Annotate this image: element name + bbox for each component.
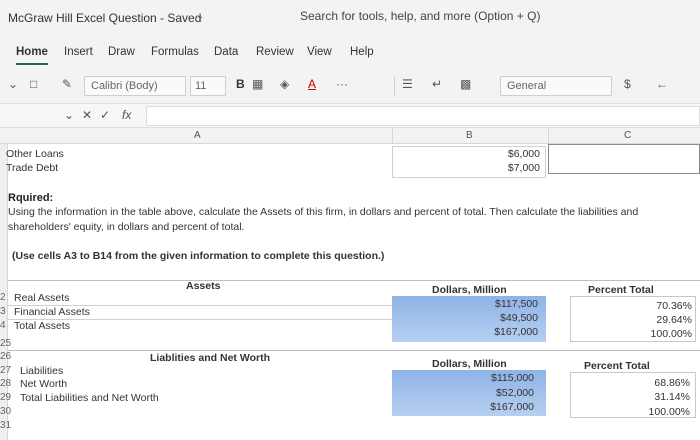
selected-cell-c[interactable] bbox=[548, 144, 700, 174]
currency-button[interactable]: $ bbox=[624, 77, 631, 91]
toolbar: ⌄ □ ✎ Calibri (Body) 11 B ▦ ◈ A ··· ☰ ↵ … bbox=[0, 66, 700, 104]
bold-button[interactable]: B bbox=[236, 77, 245, 91]
tab-view[interactable]: View bbox=[307, 46, 332, 58]
tab-home[interactable]: Home bbox=[16, 46, 48, 58]
percent-header[interactable]: Percent Total bbox=[584, 360, 650, 372]
financial-assets-value[interactable]: $49,500 bbox=[440, 312, 538, 324]
row-number[interactable]: 2 bbox=[0, 292, 6, 303]
tab-review[interactable]: Review bbox=[256, 46, 294, 58]
total-liabilities-label[interactable]: Total Liabilities and Net Worth bbox=[20, 392, 159, 404]
row-number[interactable]: 30 bbox=[0, 406, 11, 417]
search-input[interactable]: Search for tools, help, and more (Option… bbox=[300, 9, 560, 27]
financial-assets-label[interactable]: Financial Assets bbox=[14, 306, 90, 318]
dollars-header[interactable]: Dollars, Million bbox=[432, 358, 507, 370]
column-header-row: A B C bbox=[0, 128, 700, 144]
percent-header[interactable]: Percent Total bbox=[588, 284, 654, 296]
liabilities-label[interactable]: Liabilities bbox=[20, 365, 63, 377]
app-title: McGraw Hill Excel Question - Saved bbox=[8, 11, 202, 25]
format-painter-icon[interactable]: ✎ bbox=[62, 77, 72, 91]
column-header-a[interactable]: A bbox=[194, 130, 201, 141]
merge-icon[interactable]: ▩ bbox=[460, 77, 471, 91]
required-title[interactable]: Rquired: bbox=[8, 192, 53, 204]
row-number[interactable]: 31 bbox=[0, 420, 11, 431]
other-loans-value[interactable]: $6,000 bbox=[440, 148, 540, 160]
liabilities-pct[interactable]: 68.86% bbox=[580, 377, 690, 389]
net-worth-value[interactable]: $52,000 bbox=[434, 387, 534, 399]
row-number[interactable]: 29 bbox=[0, 392, 11, 403]
chevron-down-icon[interactable]: ⌄ bbox=[64, 108, 74, 122]
divider bbox=[392, 128, 393, 144]
formula-input[interactable] bbox=[146, 106, 700, 126]
tab-data[interactable]: Data bbox=[214, 46, 238, 58]
total-liabilities-value[interactable]: $167,000 bbox=[434, 401, 534, 413]
required-text[interactable]: Using the information in the table above… bbox=[8, 205, 688, 235]
spreadsheet-grid[interactable]: Other Loans $6,000 Trade Debt $7,000 Rqu… bbox=[0, 144, 700, 440]
clipboard-icon[interactable]: □ bbox=[30, 77, 37, 91]
wrap-text-icon[interactable]: ↵ bbox=[432, 77, 442, 91]
tab-help[interactable]: Help bbox=[350, 46, 374, 58]
function-icon[interactable]: fx bbox=[122, 108, 131, 122]
net-worth-label[interactable]: Net Worth bbox=[20, 378, 67, 390]
more-options-button[interactable]: ··· bbox=[336, 77, 348, 91]
row-number[interactable]: 25 bbox=[0, 338, 11, 349]
confirm-icon[interactable]: ✓ bbox=[100, 108, 110, 122]
number-format-select[interactable]: General bbox=[500, 76, 612, 96]
font-family-select[interactable]: Calibri (Body) bbox=[84, 76, 186, 96]
total-assets-value[interactable]: $167,000 bbox=[440, 326, 538, 338]
tab-draw[interactable]: Draw bbox=[108, 46, 135, 58]
font-color-button[interactable]: A bbox=[308, 77, 316, 91]
tab-formulas[interactable]: Formulas bbox=[151, 46, 199, 58]
column-header-c[interactable]: C bbox=[624, 130, 631, 141]
row-number[interactable]: 26 bbox=[0, 351, 11, 362]
total-liabilities-pct[interactable]: 100.00% bbox=[580, 406, 690, 418]
total-assets-pct[interactable]: 100.00% bbox=[580, 328, 692, 340]
liabilities-value[interactable]: $115,000 bbox=[434, 372, 534, 384]
trade-debt-label[interactable]: Trade Debt bbox=[6, 162, 58, 174]
font-size-select[interactable]: 11 bbox=[190, 76, 226, 96]
align-icon[interactable]: ☰ bbox=[402, 77, 413, 91]
divider bbox=[394, 76, 395, 96]
active-tab-indicator bbox=[16, 63, 48, 65]
row-number[interactable]: 3 bbox=[0, 306, 6, 317]
fill-color-icon[interactable]: ◈ bbox=[280, 77, 289, 91]
required-note[interactable]: (Use cells A3 to B14 from the given info… bbox=[12, 250, 384, 262]
chevron-down-icon[interactable]: ⌄ bbox=[8, 77, 18, 91]
divider bbox=[548, 128, 549, 144]
real-assets-value[interactable]: $117,500 bbox=[440, 298, 538, 310]
liabilities-header[interactable]: Liablities and Net Worth bbox=[150, 352, 270, 364]
chevron-down-icon[interactable]: ⌄ bbox=[196, 11, 204, 22]
other-loans-label[interactable]: Other Loans bbox=[6, 148, 64, 160]
row-number[interactable]: 27 bbox=[0, 365, 11, 376]
column-header-b[interactable]: B bbox=[466, 130, 473, 141]
decimal-icon[interactable]: ← bbox=[656, 77, 668, 91]
cancel-icon[interactable]: ✕ bbox=[82, 108, 92, 122]
real-assets-label[interactable]: Real Assets bbox=[14, 292, 69, 304]
dollars-header[interactable]: Dollars, Million bbox=[432, 284, 507, 296]
net-worth-pct[interactable]: 31.14% bbox=[580, 391, 690, 403]
divider bbox=[8, 350, 700, 351]
tab-insert[interactable]: Insert bbox=[64, 46, 93, 58]
real-assets-pct[interactable]: 70.36% bbox=[580, 300, 692, 312]
ribbon-tabs: Home Insert Draw Formulas Data Review Vi… bbox=[0, 36, 700, 66]
borders-icon[interactable]: ▦ bbox=[252, 77, 263, 91]
divider bbox=[8, 280, 700, 281]
title-bar: McGraw Hill Excel Question - Saved ⌄ Sea… bbox=[0, 0, 700, 36]
trade-debt-value[interactable]: $7,000 bbox=[440, 162, 540, 174]
row-number[interactable]: 28 bbox=[0, 378, 11, 389]
row-number[interactable]: 4 bbox=[0, 320, 6, 331]
total-assets-label[interactable]: Total Assets bbox=[14, 320, 70, 332]
financial-assets-pct[interactable]: 29.64% bbox=[580, 314, 692, 326]
assets-header[interactable]: Assets bbox=[186, 280, 220, 292]
formula-bar: ⌄ ✕ ✓ fx bbox=[0, 104, 700, 128]
